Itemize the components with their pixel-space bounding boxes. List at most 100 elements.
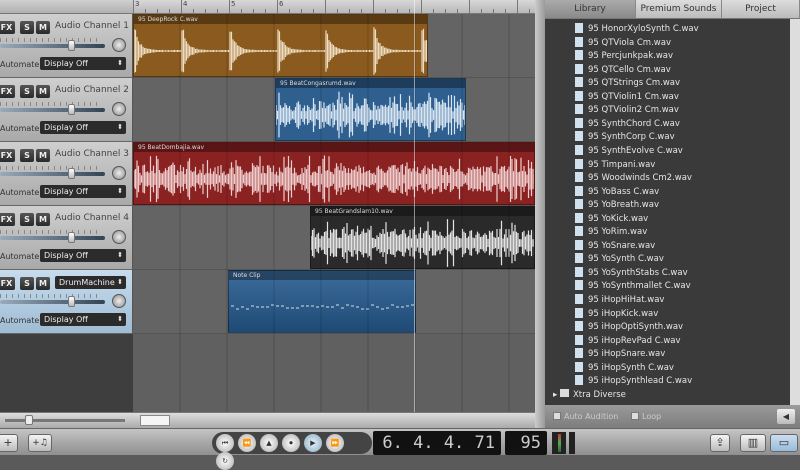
browser-scrollbar[interactable]: [790, 19, 800, 405]
library-item[interactable]: 95 QTStrings Cm.wav: [575, 77, 680, 90]
tab-project[interactable]: Project: [722, 0, 800, 19]
audio-clip[interactable]: 95 DeepRock C.wav: [133, 14, 428, 77]
instrument-select[interactable]: DrumMachine: [55, 276, 126, 289]
library-item[interactable]: 95 YoKick.wav: [575, 212, 648, 226]
library-item[interactable]: 95 QTViolin1 Cm.wav: [575, 90, 679, 104]
empty-lane-area[interactable]: [133, 334, 535, 412]
fx-button[interactable]: FX: [0, 213, 15, 226]
fast-forward-button[interactable]: ⏩: [326, 434, 344, 452]
tab-library[interactable]: Library: [545, 0, 636, 19]
audio-clip[interactable]: Note Clip: [228, 270, 416, 333]
play-button[interactable]: ▶: [304, 434, 322, 452]
library-item[interactable]: 95 iHopRevPad C.wav: [575, 334, 681, 348]
fx-button[interactable]: FX: [0, 85, 15, 98]
volume-slider[interactable]: [0, 230, 105, 243]
audio-clip[interactable]: 95 BeatDombajia.wav: [133, 142, 535, 205]
pan-knob[interactable]: [112, 294, 126, 308]
loop-checkbox[interactable]: Loop: [631, 412, 661, 421]
rewind-button[interactable]: ⏪: [238, 434, 256, 452]
automate-select[interactable]: Display Off: [40, 185, 126, 198]
automate-select[interactable]: Display Off: [40, 249, 126, 262]
fx-button[interactable]: FX: [0, 277, 15, 290]
library-item[interactable]: 95 QTViola Cm.wav: [575, 36, 671, 50]
mute-button[interactable]: M: [36, 85, 50, 98]
track-lane[interactable]: 95 DeepRock C.wav: [133, 14, 535, 78]
audio-clip[interactable]: 95 BeatGrandslam10.wav: [310, 206, 535, 269]
pan-knob[interactable]: [112, 102, 126, 116]
fx-button[interactable]: FX: [0, 149, 15, 162]
volume-slider[interactable]: [0, 102, 105, 115]
zoom-slider[interactable]: [5, 419, 125, 422]
track-lane[interactable]: 95 BeatCongasrumd.wav: [133, 78, 535, 142]
library-item[interactable]: 95 Woodwinds Cm2.wav: [575, 172, 692, 185]
library-item[interactable]: 95 iHopSynth C.wav: [575, 361, 674, 375]
library-item[interactable]: 95 Percjunkpak.wav: [575, 50, 673, 63]
add-instrument-track-button[interactable]: +♫: [28, 434, 52, 452]
library-item[interactable]: 95 YoSnare.wav: [575, 239, 655, 253]
library-item[interactable]: 95 YoRim.wav: [575, 226, 647, 239]
library-item[interactable]: 95 iHopOptiSynth.wav: [575, 321, 683, 334]
volume-slider-thumb[interactable]: [68, 40, 75, 51]
track-header[interactable]: FX S M Audio Channel 4 Automate: Display…: [0, 206, 133, 270]
solo-button[interactable]: S: [20, 277, 34, 290]
volume-slider-thumb[interactable]: [68, 168, 75, 179]
disclosure-triangle-icon[interactable]: ▸: [553, 390, 560, 400]
scroll-thumb[interactable]: [140, 415, 170, 426]
speaker-icon[interactable]: ◀: [777, 409, 795, 424]
share-icon[interactable]: ⇪: [710, 434, 730, 452]
pan-knob[interactable]: [112, 38, 126, 52]
track-lane[interactable]: 95 BeatGrandslam10.wav: [133, 206, 535, 270]
mute-button[interactable]: M: [36, 213, 50, 226]
folder-xtra-diverse[interactable]: ▸ Xtra Diverse: [553, 389, 626, 402]
automate-select[interactable]: Display Off: [40, 313, 126, 326]
mute-button[interactable]: M: [36, 21, 50, 34]
library-item[interactable]: 95 iHopKick.wav: [575, 307, 658, 321]
volume-slider[interactable]: [0, 294, 105, 307]
zoom-slider-thumb[interactable]: [25, 415, 33, 425]
pan-knob[interactable]: [112, 166, 126, 180]
library-item[interactable]: 95 YoSynth C.wav: [575, 253, 664, 266]
panel-splitter[interactable]: [535, 0, 545, 428]
library-item[interactable]: 95 HonorXyloSynth C.wav: [575, 23, 699, 36]
record-button[interactable]: ⏺: [282, 434, 300, 452]
automate-select[interactable]: Display Off: [40, 57, 126, 70]
library-item[interactable]: 95 QTCello Cm.wav: [575, 63, 671, 77]
auto-audition-checkbox[interactable]: Auto Audition: [553, 412, 618, 421]
keyboard-icon[interactable]: ▥: [740, 434, 766, 452]
library-item[interactable]: 95 YoSynthmallet C.wav: [575, 280, 691, 293]
track-lane[interactable]: 95 BeatDombajia.wav: [133, 142, 535, 206]
library-item[interactable]: 95 YoBass C.wav: [575, 185, 659, 199]
pan-knob[interactable]: [112, 230, 126, 244]
go-to-start-button[interactable]: ⏮: [216, 434, 234, 452]
audio-clip[interactable]: 95 BeatCongasrumd.wav: [275, 78, 466, 141]
tab-premium-sounds[interactable]: Premium Sounds: [636, 0, 722, 19]
add-track-button[interactable]: +: [0, 434, 18, 452]
volume-slider[interactable]: [0, 38, 105, 51]
playhead[interactable]: [414, 0, 415, 412]
automate-select[interactable]: Display Off: [40, 121, 126, 134]
solo-button[interactable]: S: [20, 85, 34, 98]
library-item[interactable]: 95 SynthCorp C.wav: [575, 131, 675, 144]
solo-button[interactable]: S: [20, 21, 34, 34]
solo-button[interactable]: S: [20, 149, 34, 162]
timeline-ruler[interactable]: 3 4 5 6: [133, 0, 535, 14]
fx-button[interactable]: FX: [0, 21, 15, 34]
library-item[interactable]: 95 iHopSnare.wav: [575, 348, 665, 361]
library-item[interactable]: 95 iHopSynthlead C.wav: [575, 375, 692, 388]
horizontal-scrollbar[interactable]: [0, 412, 535, 428]
volume-slider-thumb[interactable]: [68, 104, 75, 115]
track-header[interactable]: FX S M Audio Channel 3 Automate: Display…: [0, 142, 133, 206]
volume-slider[interactable]: [0, 166, 105, 179]
mute-button[interactable]: M: [36, 277, 50, 290]
loop-browser-icon[interactable]: ▭: [770, 434, 798, 452]
library-item[interactable]: 95 YoBreath.wav: [575, 199, 659, 212]
track-header[interactable]: FX S M Audio Channel 1 Automate: Display…: [0, 14, 133, 78]
library-item[interactable]: 95 YoSynthStabs C.wav: [575, 266, 688, 280]
library-item[interactable]: 95 Timpani.wav: [575, 158, 655, 172]
mute-button[interactable]: M: [36, 149, 50, 162]
library-item[interactable]: 95 SynthEvolve C.wav: [575, 144, 683, 158]
library-item[interactable]: 95 iHopHiHat.wav: [575, 294, 664, 307]
metronome-button[interactable]: ▲: [260, 434, 278, 452]
solo-button[interactable]: S: [20, 213, 34, 226]
track-header[interactable]: FX S M DrumMachine Automate: Display Off: [0, 270, 133, 334]
